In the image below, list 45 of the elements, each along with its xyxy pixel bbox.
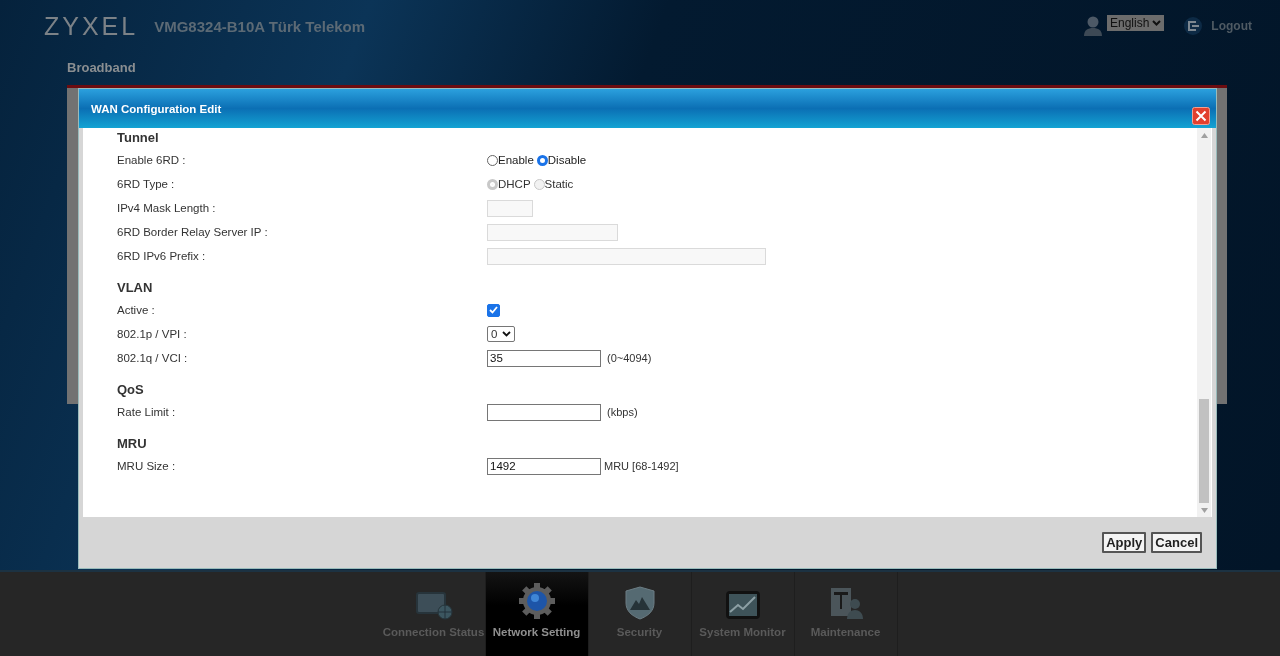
section-heading: VLAN <box>117 279 154 297</box>
scrollbar[interactable] <box>1197 128 1211 517</box>
monitor-globe-icon <box>414 590 453 620</box>
dropdown[interactable]: 0 <box>487 326 516 342</box>
field-label: 802.1p / VPI : <box>117 328 188 340</box>
section-heading: MRU <box>117 435 148 453</box>
scroll-down-icon[interactable] <box>1200 507 1208 513</box>
field-label: 6RD Border Relay Server IP : <box>117 226 269 238</box>
unit-label: (kbps) <box>607 406 638 418</box>
field-label: 802.1q / VCI : <box>117 352 189 364</box>
checkbox[interactable] <box>487 303 500 317</box>
gear-icon <box>517 582 556 620</box>
shield-icon <box>624 586 655 620</box>
dialog-title: WAN Configuration Edit <box>91 102 223 115</box>
field-label: MRU Size : <box>117 460 177 472</box>
field-label: Rate Limit : <box>117 406 177 418</box>
input-field[interactable] <box>487 403 601 421</box>
language-select[interactable]: English <box>1107 15 1165 31</box>
scrollbar-thumb[interactable] <box>1199 399 1209 503</box>
field-label: 6RD Type : <box>117 178 176 190</box>
section-heading: QoS <box>117 381 145 399</box>
close-icon[interactable] <box>1192 106 1210 125</box>
field-label: IPv4 Mask Length : <box>117 202 217 214</box>
field-label: Active : <box>117 304 156 316</box>
unit-label: (0~4094) <box>607 352 652 364</box>
input-field[interactable]: 35 <box>487 349 601 367</box>
logout-icon <box>1184 17 1203 35</box>
dialog-button[interactable]: Apply <box>1102 532 1147 553</box>
dialog-button[interactable]: Cancel <box>1151 532 1202 553</box>
input-field[interactable]: 1492 <box>487 457 601 475</box>
field-label: 6RD IPv6 Prefix : <box>117 250 207 262</box>
logo: ZYXEL <box>44 11 139 41</box>
unit-label: MRU [68-1492] <box>604 460 679 472</box>
nav-tab[interactable]: Network Setting <box>485 572 589 656</box>
user-icon <box>1083 15 1103 37</box>
radio-option[interactable]: Disable <box>536 154 587 166</box>
section-heading: Tunnel <box>117 129 160 147</box>
field-label: Enable 6RD : <box>117 154 187 166</box>
caret-icon[interactable] <box>502 331 512 337</box>
radio-option[interactable]: Enable <box>487 154 534 166</box>
chart-monitor-icon <box>724 590 761 620</box>
scroll-up-icon[interactable] <box>1200 132 1208 138</box>
server-person-icon <box>828 586 863 620</box>
page-title: Broadband <box>67 60 136 75</box>
device-model: VMG8324-B10A Türk Telekom <box>154 17 366 35</box>
